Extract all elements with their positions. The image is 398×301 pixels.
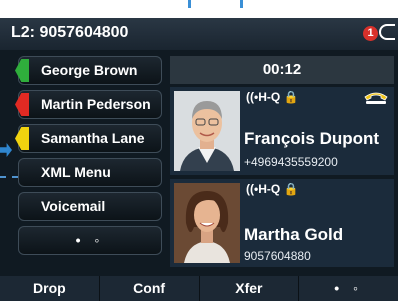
- status-bar: L2: 9057604800 1: [0, 18, 398, 50]
- line-key-label: Martin Pederson: [41, 96, 151, 112]
- drop-softkey[interactable]: Drop: [0, 276, 100, 301]
- transfer-softkey[interactable]: Xfer: [200, 276, 300, 301]
- handset-icon: [364, 92, 388, 104]
- green-status-icon: [15, 59, 29, 82]
- line-key-label: Voicemail: [41, 198, 106, 214]
- yellow-status-icon: [15, 127, 29, 150]
- conference-softkey[interactable]: Conf: [100, 276, 200, 301]
- caller-name: François Dupont: [244, 129, 380, 148]
- caller-name: Martha Gold: [244, 225, 344, 244]
- more-softkey[interactable]: • ◦: [299, 276, 398, 301]
- contact-photo-francois: [174, 91, 240, 171]
- line-key-martin-pederson[interactable]: Martin Pederson: [15, 90, 162, 119]
- caller-number: +4969435559200: [244, 155, 338, 169]
- call-card-held[interactable]: ((•H-Q 🔒 Martha Gold 9057604880: [170, 179, 394, 267]
- phone-hook-icon: [379, 24, 395, 40]
- line-key-label: Samantha Lane: [41, 130, 145, 146]
- caller-number: 9057604880: [244, 249, 311, 263]
- page-dots: • ◦: [75, 232, 105, 248]
- line-key-more[interactable]: • ◦: [18, 226, 162, 255]
- line-key-voicemail[interactable]: Voicemail: [18, 192, 162, 221]
- phone-screen: L2: 9057604800 1 George Brown Martin Ped…: [0, 18, 398, 301]
- line-key-xml-menu[interactable]: XML Menu: [18, 158, 162, 187]
- alert-badge: 1: [363, 26, 378, 41]
- hd-audio-lock-icons: ((•H-Q 🔒: [246, 90, 299, 104]
- line-key-label: George Brown: [41, 62, 138, 78]
- line-key-george-brown[interactable]: George Brown: [15, 56, 162, 85]
- hd-audio-lock-icons: ((•H-Q 🔒: [246, 182, 299, 196]
- line-key-label: XML Menu: [41, 164, 111, 180]
- softkey-bar: Drop Conf Xfer • ◦: [0, 276, 398, 301]
- contact-photo-martha: [174, 183, 240, 263]
- top-indicator-line: [240, 0, 243, 8]
- call-card-active[interactable]: ((•H-Q 🔒 François Dupont +4969435559200: [170, 87, 394, 175]
- dashed-callout-line: [0, 176, 18, 178]
- line-key-samantha-lane[interactable]: Samantha Lane: [15, 124, 162, 153]
- top-indicator-line: [188, 0, 191, 8]
- red-status-icon: [15, 93, 29, 116]
- line-title: L2: 9057604800: [11, 24, 129, 41]
- call-timer: 00:12: [170, 56, 394, 84]
